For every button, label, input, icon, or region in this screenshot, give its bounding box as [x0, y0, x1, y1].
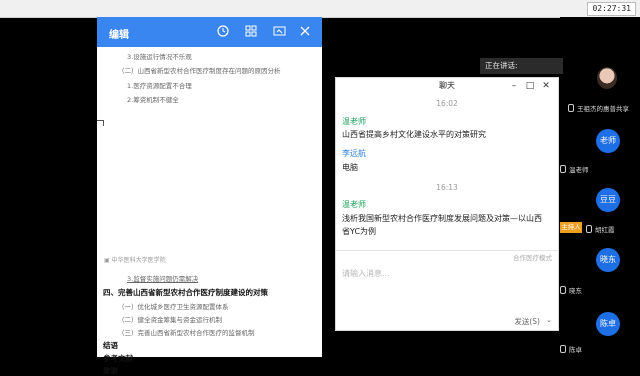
participant-avatar: 陈卓 — [596, 312, 620, 336]
message-sender: 温老师 — [342, 200, 366, 209]
participant-avatar: 豆豆 — [596, 188, 620, 212]
chat-hint: 合作医疗模式 — [513, 254, 552, 262]
meeting-clock: 02:27:31 — [587, 2, 636, 16]
message-text: 浅析我国新型农村合作医疗制度发展问题及对策—以山西省YC为例 — [342, 214, 542, 236]
top-bar: 02:27:31 — [0, 0, 640, 18]
doc-heading: 参考文献 — [103, 354, 133, 363]
maximize-icon[interactable]: □ — [524, 79, 536, 93]
participant-name: 王祖杰的惠普共享 — [568, 103, 629, 113]
doc-line: （二）山西省新型农村合作医疗制度存在问题的原因分析 — [118, 67, 281, 75]
seal-watermark: ▣ 中华医科大学医学院 — [104, 257, 166, 264]
doc-line: （一）优化城乡医疗卫生资源配置体系 — [118, 303, 229, 311]
doc-line: （二）健全资金筹集与资金运行机制 — [118, 316, 222, 324]
mic-icon — [568, 104, 574, 112]
minimize-icon[interactable]: – — [508, 79, 520, 93]
message-sender: 温老师 — [342, 117, 366, 126]
margin-mark — [97, 120, 104, 126]
doc-heading: 致谢 — [103, 366, 118, 375]
screen-icon[interactable] — [272, 25, 286, 39]
chat-divider — [336, 250, 558, 251]
message-sender: 李远航 — [342, 149, 366, 158]
message-time: 16:13 — [436, 183, 458, 192]
participant-gallery — [560, 17, 640, 357]
document-view: 3.设施运行情况不乐观 （二）山西省新型农村合作医疗制度存在问题的原因分析 1.… — [97, 47, 322, 375]
participant-name: 胡红霞 — [586, 224, 615, 234]
host-badge: 主持人 — [560, 222, 582, 233]
mic-icon — [560, 165, 566, 173]
speaking-indicator: 正在讲话: — [480, 58, 563, 74]
mic-icon — [560, 345, 566, 353]
doc-heading: 四、完善山西省新型农村合作医疗制度建设的对策 — [103, 288, 268, 297]
participant-name: 温老师 — [560, 164, 589, 174]
doc-line: 2.筹资机制不健全 — [127, 96, 179, 104]
editor-panel: 编辑 3.设施运行情况不乐观 （二）山西省新型农村合作医疗制度存在问题的原因分析… — [97, 17, 322, 375]
close-icon[interactable]: ✕ — [540, 79, 552, 93]
mic-icon — [586, 225, 592, 233]
grid-icon[interactable] — [244, 25, 258, 39]
participant-avatar: 老师 — [596, 129, 620, 153]
doc-heading: 结语 — [103, 341, 118, 350]
editor-header: 编辑 — [97, 17, 322, 47]
timer-icon[interactable] — [216, 25, 230, 39]
send-button[interactable]: 发送(S) — [514, 316, 540, 327]
participant-avatar: 晓东 — [596, 248, 620, 272]
doc-line: 3.设施运行情况不乐观 — [127, 53, 192, 61]
doc-line: 3.监督实施问题仍需解决 — [127, 275, 199, 283]
message-time: 16:02 — [436, 99, 458, 108]
chat-window: 聊天 – □ ✕ 16:02 温老师 山西省提高乡村文化建设水平的对策研究 李远… — [335, 77, 559, 331]
chat-input[interactable]: 请输入消息... — [342, 268, 390, 279]
participant-photo — [597, 67, 617, 89]
doc-line: （三）完善山西省新型农村合作医疗的监督机制 — [118, 329, 255, 337]
message-text: 电脑 — [342, 163, 358, 172]
chat-messages: 16:02 温老师 山西省提高乡村文化建设水平的对策研究 李远航 电脑 16:1… — [336, 95, 558, 250]
doc-line: 1.医疗资源配置不合理 — [127, 82, 192, 90]
participant-name: 晓东 — [560, 285, 582, 295]
close-icon[interactable] — [298, 25, 312, 39]
editor-title: 编辑 — [109, 30, 129, 41]
chevron-down-icon[interactable]: ⌄ — [546, 316, 552, 324]
participant-name: 陈卓 — [560, 344, 582, 354]
mic-icon — [560, 286, 566, 294]
message-text: 山西省提高乡村文化建设水平的对策研究 — [342, 130, 486, 139]
